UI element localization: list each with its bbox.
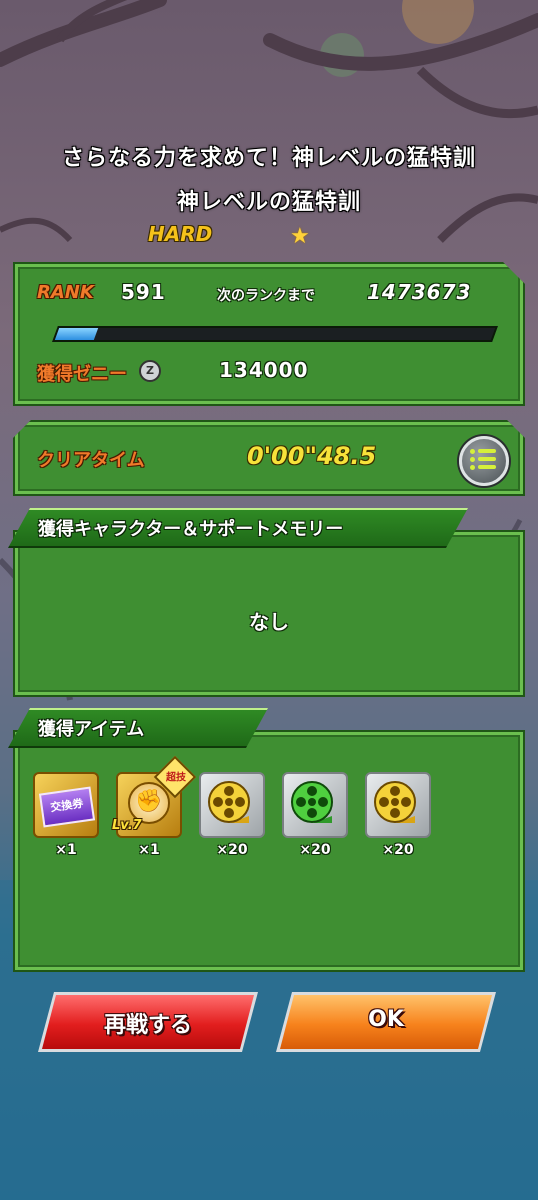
item-quantity: ×20 [299, 842, 331, 858]
zeni-coin-icon: Z [139, 360, 161, 382]
characters-section-title: 獲得キャラクター＆サポートメモリー [38, 519, 344, 540]
items-section-header: 獲得アイテム [8, 708, 268, 748]
zeni-value: 134000 [219, 358, 309, 382]
rank-exp-bar-fill [55, 328, 99, 340]
ok-button[interactable]: OK [280, 995, 492, 1049]
item-quantity: ×20 [382, 842, 414, 858]
star-icon: ★ [290, 224, 310, 249]
next-rank-value: 1473673 [367, 280, 472, 304]
exchange-ticket-icon: 交換券 [38, 786, 96, 828]
items-panel: 交換券 ×1 ✊ 超技 Lv.7 ×1 ×20 ×20 ×20 [13, 730, 525, 972]
green-film-reel-icon [291, 781, 333, 823]
gold-film-reel-icon [208, 781, 250, 823]
item-exchange-ticket[interactable]: 交換券 ×1 [33, 772, 99, 858]
characters-section-header: 獲得キャラクター＆サポートメモリー [8, 508, 468, 548]
item-quantity: ×1 [138, 842, 160, 858]
next-rank-label: 次のランクまで [217, 288, 315, 304]
rank-label: RANK [37, 282, 94, 303]
rank-panel: RANK 591 次のランクまで 1473673 獲得ゼニー Z 134000 [13, 262, 525, 406]
retry-button-label: 再戦する [103, 1013, 192, 1038]
item-quantity: ×1 [55, 842, 77, 858]
characters-panel: なし [13, 530, 525, 697]
clear-time-label: クリアタイム [37, 450, 145, 471]
ok-button-label: OK [368, 1007, 404, 1032]
rank-exp-bar [52, 326, 498, 342]
item-super-attack[interactable]: ✊ 超技 Lv.7 ×1 [112, 755, 197, 858]
battle-log-button[interactable] [459, 436, 509, 486]
zeni-label: 獲得ゼニー [37, 364, 127, 385]
no-characters-text: なし [249, 610, 289, 634]
stage-subtitle: 神レベルの猛特訓 [176, 190, 361, 215]
rank-value: 591 [121, 280, 166, 304]
item-level: Lv.7 [112, 818, 142, 833]
stage-title: さらなる力を求めて！神レベルの猛特訓 [61, 146, 476, 171]
items-section-title: 獲得アイテム [38, 719, 145, 740]
item-gold-reel-2[interactable]: ×20 [365, 772, 431, 858]
gold-film-reel-icon [374, 781, 416, 823]
item-gold-reel[interactable]: ×20 [199, 772, 265, 858]
difficulty-label: HARD [148, 222, 213, 246]
item-quantity: ×20 [216, 842, 248, 858]
item-green-reel[interactable]: ×20 [282, 772, 348, 858]
clear-time-panel: クリアタイム 0'00"48.5 [13, 420, 525, 496]
clear-time-value: 0'00"48.5 [247, 442, 377, 470]
retry-button[interactable]: 再戦する [42, 995, 254, 1049]
